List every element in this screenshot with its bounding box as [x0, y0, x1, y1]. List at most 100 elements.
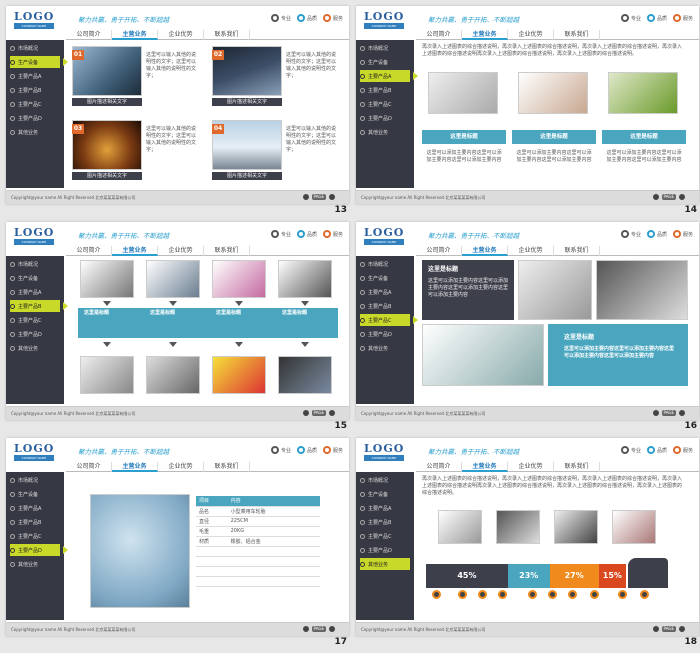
sidebar-item[interactable]: 其他业务: [10, 342, 60, 354]
header-icon-item[interactable]: 专业: [270, 230, 291, 238]
sidebar-item[interactable]: 其他业务: [10, 558, 60, 570]
sidebar-item[interactable]: 生产设备: [10, 272, 60, 284]
header-icon-item[interactable]: 专业: [270, 14, 291, 22]
tab-3[interactable]: 企业优势: [508, 30, 554, 40]
sidebar-item[interactable]: 市场概况: [360, 258, 410, 270]
tab-4[interactable]: 联系我们: [554, 30, 600, 40]
prev-icon[interactable]: [302, 410, 309, 416]
next-icon[interactable]: [329, 194, 335, 200]
header-icon-item[interactable]: 品质: [296, 446, 317, 454]
prev-icon[interactable]: [652, 410, 659, 416]
bar-label: 23%: [519, 571, 539, 580]
copyright: Copyright@your name All Right Reserved 北…: [361, 195, 486, 200]
sidebar-item[interactable]: 其他业务: [360, 126, 410, 138]
sidebar-item[interactable]: 主要产品A: [360, 502, 410, 514]
header-icon-item[interactable]: 品质: [646, 230, 667, 238]
tab-2[interactable]: 主营业务: [112, 30, 158, 40]
prev-icon[interactable]: [652, 194, 659, 200]
sidebar-item[interactable]: 生产设备: [10, 56, 68, 68]
sidebar-item[interactable]: 主要产品D: [10, 112, 60, 124]
header-icon-item[interactable]: 服务: [322, 14, 343, 22]
tab-1[interactable]: 公司简介: [416, 246, 462, 256]
next-icon[interactable]: [329, 626, 335, 632]
header-icon-item[interactable]: 服务: [672, 230, 693, 238]
sidebar-item[interactable]: 主要产品D: [10, 544, 68, 556]
tab-1[interactable]: 公司简介: [416, 30, 462, 40]
sidebar-item[interactable]: 市场概况: [360, 42, 410, 54]
sidebar-item[interactable]: 主要产品A: [360, 70, 418, 82]
tab-4[interactable]: 联系我们: [554, 462, 600, 472]
tab-4[interactable]: 联系我们: [554, 246, 600, 256]
tab-3[interactable]: 企业优势: [508, 462, 554, 472]
tab-1[interactable]: 公司简介: [66, 246, 112, 256]
sidebar-item[interactable]: 其他业务: [360, 558, 410, 570]
tab-2[interactable]: 主营业务: [112, 462, 158, 472]
tab-3[interactable]: 企业优势: [508, 246, 554, 256]
sidebar-item[interactable]: 其他业务: [360, 342, 410, 354]
tab-2[interactable]: 主营业务: [462, 246, 508, 256]
sidebar-item[interactable]: 生产设备: [10, 488, 60, 500]
tab-1[interactable]: 公司简介: [416, 462, 462, 472]
sidebar-item[interactable]: 生产设备: [360, 272, 410, 284]
header-icon-item[interactable]: 服务: [322, 230, 343, 238]
tab-4[interactable]: 联系我们: [204, 462, 250, 472]
sidebar-item[interactable]: 主要产品D: [360, 328, 410, 340]
sidebar-item[interactable]: 主要产品B: [10, 300, 68, 312]
sidebar-item[interactable]: 主要产品B: [360, 516, 410, 528]
header-icon-item[interactable]: 服务: [672, 446, 693, 454]
tab-1[interactable]: 公司简介: [66, 462, 112, 472]
sidebar-item[interactable]: 主要产品B: [360, 84, 410, 96]
header-icon-item[interactable]: 专业: [620, 230, 641, 238]
header-icon-item[interactable]: 品质: [646, 446, 667, 454]
sidebar-item[interactable]: 主要产品A: [360, 286, 410, 298]
header-icon-item[interactable]: 品质: [296, 14, 317, 22]
sidebar-item[interactable]: 主要产品D: [10, 328, 60, 340]
sidebar-item[interactable]: 主要产品B: [360, 300, 410, 312]
tab-3[interactable]: 企业优势: [158, 462, 204, 472]
header-icon-item[interactable]: 专业: [270, 446, 291, 454]
bullet-icon: [360, 87, 365, 93]
next-icon[interactable]: [679, 410, 685, 416]
sidebar-item[interactable]: 主要产品D: [360, 112, 410, 124]
prev-icon[interactable]: [652, 626, 659, 632]
tab-3[interactable]: 企业优势: [158, 30, 204, 40]
tab-1[interactable]: 公司简介: [66, 30, 112, 40]
prev-icon[interactable]: [302, 194, 309, 200]
tab-3[interactable]: 企业优势: [158, 246, 204, 256]
next-icon[interactable]: [679, 626, 685, 632]
sidebar-item[interactable]: 主要产品B: [10, 84, 60, 96]
sidebar-item[interactable]: 市场概况: [10, 42, 60, 54]
sidebar-item[interactable]: 主要产品D: [360, 544, 410, 556]
header-icon-item[interactable]: 专业: [620, 446, 641, 454]
header-icon-item[interactable]: 专业: [620, 14, 641, 22]
sidebar-item[interactable]: 市场概况: [360, 474, 410, 486]
sidebar-item[interactable]: 市场概况: [10, 474, 60, 486]
sidebar-item[interactable]: 生产设备: [360, 56, 410, 68]
tab-2[interactable]: 主营业务: [462, 462, 508, 472]
sidebar-item[interactable]: 主要产品C: [10, 530, 60, 542]
sidebar-item[interactable]: 其他业务: [10, 126, 60, 138]
header-icon-item[interactable]: 品质: [646, 14, 667, 22]
sidebar-item[interactable]: 主要产品A: [10, 502, 60, 514]
sidebar-item[interactable]: 主要产品C: [360, 314, 418, 326]
sidebar-item-label: 市场概况: [18, 477, 39, 484]
sidebar-item[interactable]: 主要产品A: [10, 286, 60, 298]
tab-2[interactable]: 主营业务: [112, 246, 158, 256]
sidebar-item[interactable]: 主要产品C: [10, 98, 60, 110]
header-icon-item[interactable]: 品质: [296, 230, 317, 238]
next-icon[interactable]: [679, 194, 685, 200]
sidebar-item[interactable]: 主要产品C: [360, 98, 410, 110]
prev-icon[interactable]: [302, 626, 309, 632]
next-icon[interactable]: [329, 410, 335, 416]
sidebar-item[interactable]: 主要产品C: [10, 314, 60, 326]
tab-4[interactable]: 联系我们: [204, 30, 250, 40]
tab-2[interactable]: 主营业务: [462, 30, 508, 40]
sidebar-item[interactable]: 主要产品C: [360, 530, 410, 542]
sidebar-item[interactable]: 主要产品B: [10, 516, 60, 528]
header-icon-item[interactable]: 服务: [672, 14, 693, 22]
sidebar-item[interactable]: 主要产品A: [10, 70, 60, 82]
sidebar-item[interactable]: 生产设备: [360, 488, 410, 500]
header-icon-item[interactable]: 服务: [322, 446, 343, 454]
tab-4[interactable]: 联系我们: [204, 246, 250, 256]
sidebar-item[interactable]: 市场概况: [10, 258, 60, 270]
